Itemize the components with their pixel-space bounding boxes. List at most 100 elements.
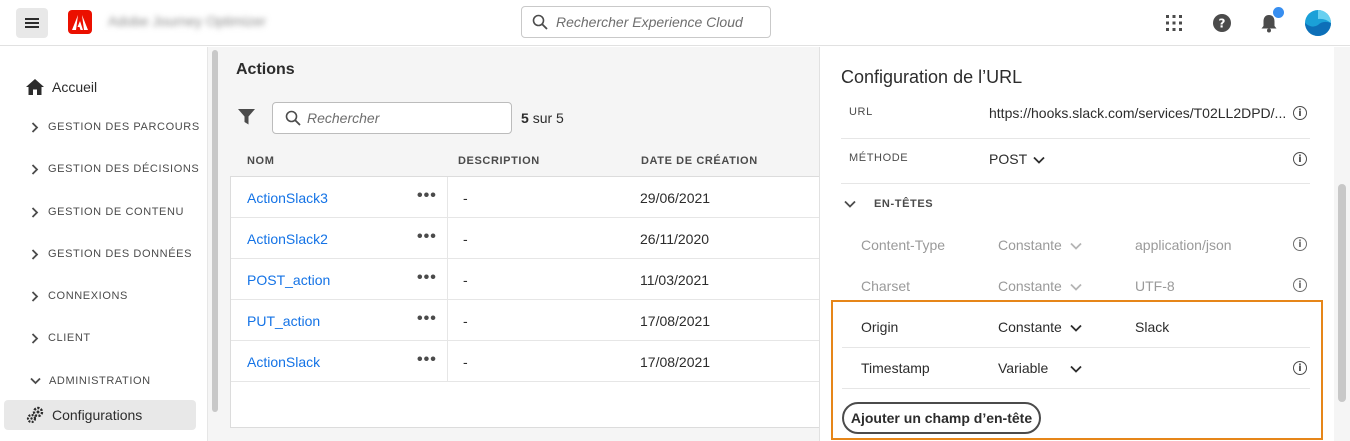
info-icon[interactable]: i — [1293, 106, 1307, 120]
header-type-value: Variable — [998, 360, 1049, 376]
table-row[interactable]: POST_action ••• - 11/03/2021 — [231, 259, 820, 300]
nav-item-configurations[interactable]: Configurations — [4, 400, 196, 430]
result-count-number: 5 — [521, 110, 529, 126]
actions-search-input[interactable]: Rechercher — [272, 102, 512, 134]
panel-title: Configuration de l’URL — [841, 67, 1023, 87]
left-nav-scrollbar[interactable] — [207, 47, 221, 441]
nav-item-home[interactable]: Accueil — [0, 75, 207, 99]
headers-section-toggle[interactable]: EN-TÊTES — [844, 195, 964, 213]
chevron-down-icon — [1070, 324, 1082, 332]
chevron-right-icon — [31, 332, 39, 344]
url-field[interactable]: https://hooks.slack.com/services/T02LL2D… — [989, 105, 1286, 121]
more-actions-button[interactable]: ••• — [417, 351, 437, 369]
top-bar: Adobe Journey Optimizer Rechercher Exper… — [0, 0, 1350, 46]
avatar-icon — [1305, 10, 1331, 36]
nav-item-administration[interactable]: ADMINISTRATION — [0, 371, 207, 391]
chevron-down-icon — [1070, 365, 1082, 373]
panel-scrollbar[interactable] — [1334, 47, 1350, 441]
table-row[interactable]: ActionSlack3 ••• - 29/06/2021 — [231, 177, 820, 218]
url-configuration-panel: Configuration de l’URL URL https://hooks… — [819, 47, 1350, 441]
header-type-dropdown[interactable]: Constante — [998, 317, 1088, 337]
help-button[interactable]: ? — [1211, 10, 1233, 36]
nav-item-customer[interactable]: CLIENT — [0, 328, 207, 348]
app-name: Adobe Journey Optimizer — [108, 13, 266, 29]
nav-section-label: GESTION DES PARCOURS — [48, 121, 200, 133]
url-label: URL — [849, 106, 873, 118]
actions-main: Actions Rechercher 5 sur 5 NOM DESCRIPTI… — [221, 47, 820, 441]
header-key: Charset — [861, 278, 911, 294]
apps-grid-button[interactable] — [1163, 10, 1185, 36]
action-name-link[interactable]: ActionSlack3 — [247, 190, 328, 206]
search-icon — [285, 110, 301, 126]
action-date: 17/08/2021 — [640, 313, 711, 329]
method-dropdown[interactable]: POST — [989, 150, 1059, 170]
info-icon[interactable]: i — [1293, 237, 1307, 251]
hamburger-menu-button[interactable] — [16, 8, 48, 38]
header-type-dropdown[interactable]: Constante — [998, 276, 1088, 296]
add-header-field-button[interactable]: Ajouter un champ d’en-tête — [842, 402, 1041, 434]
svg-text:?: ? — [1219, 17, 1226, 31]
nav-item-content-management[interactable]: GESTION DE CONTENU — [0, 202, 207, 222]
action-name-link[interactable]: ActionSlack2 — [247, 231, 328, 247]
nav-section-label: ADMINISTRATION — [49, 375, 151, 387]
action-name-link[interactable]: PUT_action — [247, 313, 320, 329]
column-divider — [447, 259, 448, 300]
more-actions-button[interactable]: ••• — [417, 269, 437, 287]
action-description: - — [463, 272, 468, 288]
action-description: - — [463, 231, 468, 247]
chevron-right-icon — [31, 206, 39, 218]
nav-item-journey-management[interactable]: GESTION DES PARCOURS — [0, 117, 207, 137]
chevron-right-icon — [31, 248, 39, 260]
nav-section-label: GESTION DE CONTENU — [48, 206, 185, 218]
column-header-creation-date[interactable]: DATE DE CRÉATION — [641, 155, 758, 167]
nav-section-label: CLIENT — [48, 332, 91, 344]
nav-item-data-management[interactable]: GESTION DES DONNÉES — [0, 244, 207, 264]
action-name-link[interactable]: ActionSlack — [247, 354, 320, 370]
method-label: MÉTHODE — [849, 152, 909, 164]
table-row[interactable]: ActionSlack ••• - 17/08/2021 — [231, 341, 820, 382]
action-name-link[interactable]: POST_action — [247, 272, 330, 288]
adobe-logo[interactable] — [68, 10, 92, 34]
chevron-down-icon — [30, 377, 41, 385]
filter-icon[interactable] — [238, 109, 255, 125]
chevron-down-icon — [1070, 242, 1082, 250]
notification-badge — [1273, 7, 1284, 18]
header-value: UTF-8 — [1135, 278, 1175, 294]
header-key: Origin — [861, 319, 899, 335]
more-actions-button[interactable]: ••• — [417, 187, 437, 205]
more-actions-button[interactable]: ••• — [417, 228, 437, 246]
info-icon[interactable]: i — [1293, 152, 1307, 166]
adobe-icon — [72, 14, 88, 30]
chevron-down-icon — [1070, 283, 1082, 291]
header-type-value: Constante — [998, 319, 1062, 335]
chevron-right-icon — [31, 121, 39, 133]
action-date: 11/03/2021 — [640, 272, 710, 288]
action-date: 26/11/2020 — [640, 231, 710, 247]
notifications-button[interactable] — [1258, 7, 1284, 36]
header-value[interactable]: Slack — [1135, 319, 1169, 335]
actions-table: ActionSlack3 ••• - 29/06/2021 ActionSlac… — [230, 176, 820, 428]
chevron-down-icon — [1033, 156, 1045, 164]
header-type-dropdown[interactable]: Constante — [998, 235, 1088, 255]
nav-section-label: CONNEXIONS — [48, 290, 128, 302]
table-row[interactable]: ActionSlack2 ••• - 26/11/2020 — [231, 218, 820, 259]
info-icon[interactable]: i — [1293, 278, 1307, 292]
divider — [841, 138, 1310, 139]
apps-grid-icon — [1166, 15, 1182, 31]
scrollbar-thumb[interactable] — [1338, 184, 1346, 402]
experience-cloud-search-input[interactable]: Rechercher Experience Cloud — [521, 6, 771, 38]
action-description: - — [463, 354, 468, 370]
divider — [841, 183, 1310, 184]
more-actions-button[interactable]: ••• — [417, 310, 437, 328]
column-header-name[interactable]: NOM — [247, 155, 274, 167]
column-header-description[interactable]: DESCRIPTION — [458, 155, 540, 167]
nav-item-decision-management[interactable]: GESTION DES DÉCISIONS — [0, 159, 207, 179]
header-type-value: Constante — [998, 237, 1062, 253]
user-avatar[interactable] — [1305, 10, 1331, 36]
table-row[interactable]: PUT_action ••• - 17/08/2021 — [231, 300, 820, 341]
scrollbar-thumb[interactable] — [212, 50, 218, 412]
header-type-dropdown[interactable]: Variable — [998, 358, 1088, 378]
info-icon[interactable]: i — [1293, 361, 1307, 375]
chevron-right-icon — [31, 163, 39, 175]
nav-item-connections[interactable]: CONNEXIONS — [0, 286, 207, 306]
